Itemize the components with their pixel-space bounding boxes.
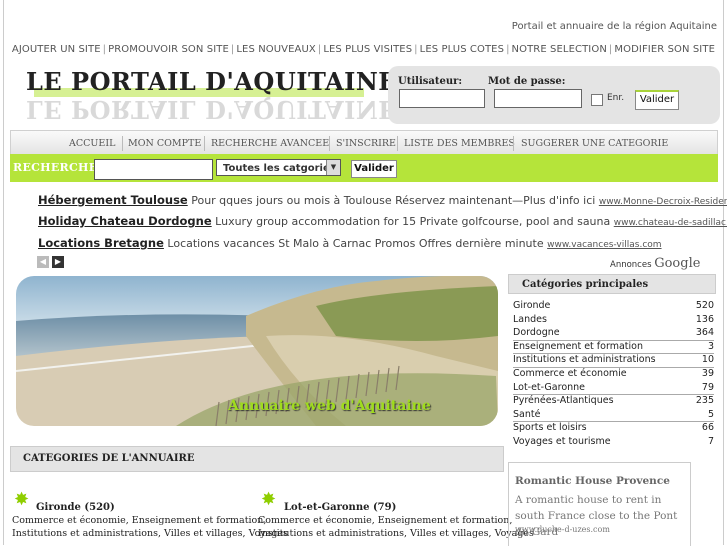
logo-reflection: LE PORTAIL D'AQUITAINE [26, 95, 398, 124]
ad-title[interactable]: Holiday Chateau Dordogne [38, 214, 212, 228]
subcategory-links[interactable]: Institutions et administrations, Villes … [258, 527, 534, 540]
main-nav: ACCUEIL MON COMPTE RECHERCHE AVANCEE S'I… [10, 130, 718, 156]
ad-text: Luxury group accommodation for 15 Privat… [215, 215, 611, 228]
subcategory-links[interactable]: Commerce et économie, Enseignement et fo… [258, 514, 534, 527]
nav-liste-membres[interactable]: LISTE DES MEMBRES [404, 138, 515, 149]
list-item[interactable]: Lot-et-Garonne 79 [513, 382, 714, 393]
list-item[interactable]: Santé 5 [513, 409, 714, 420]
chevron-down-icon: ▼ [326, 160, 340, 175]
search-bar: RECHERCHE Toutes les catgories ▼ Valider [10, 154, 718, 182]
ad-item: Holiday Chateau Dordogne Luxury group ac… [38, 214, 727, 228]
categories-principales-title: Catégories principales [508, 274, 716, 294]
top-nav-selection[interactable]: NOTRE SELECTION [510, 44, 609, 55]
category-select-value: Toutes les catgories [223, 163, 336, 174]
remember-checkbox[interactable] [591, 94, 603, 106]
annuaire-category: ✸ Gironde (520) Commerce et économie, En… [12, 489, 288, 540]
top-nav-nouveaux[interactable]: LES NOUVEAUX [234, 44, 317, 55]
top-nav-ajouter[interactable]: AJOUTER UN SITE [10, 44, 103, 55]
ad-url[interactable]: www.Monne-Decroix-Resider [599, 197, 727, 207]
star-icon: ✸ [14, 489, 30, 510]
username-label: Utilisateur: [398, 76, 463, 87]
top-nav-promouvoir[interactable]: PROMOUVOIR SON SITE [106, 44, 231, 55]
search-input[interactable] [94, 159, 213, 180]
nav-suggerer-categorie[interactable]: SUGGERER UNE CATEGORIE [521, 138, 668, 149]
search-submit-button[interactable]: Valider [351, 160, 397, 178]
ad-item: Hébergement Toulouse Pour qques jours ou… [38, 193, 727, 207]
ad-item: Locations Bretagne Locations vacances St… [38, 236, 662, 250]
remember-label: Enr. [607, 93, 625, 103]
list-item[interactable]: Gironde 520 [513, 300, 714, 311]
username-input[interactable] [399, 89, 485, 108]
list-item[interactable]: Pyrénées-Atlantiques 235 [513, 395, 714, 406]
category-title[interactable]: Gironde (520) [36, 502, 115, 513]
ad-text: Locations vacances St Malo à Carnac Prom… [167, 237, 544, 250]
list-item[interactable]: Landes 136 [513, 314, 714, 325]
list-item[interactable]: Commerce et économie 39 [513, 368, 714, 379]
nav-mon-compte[interactable]: MON COMPTE [128, 138, 201, 149]
promo-box: Romantic House Provence A romantic house… [508, 462, 691, 546]
search-label: RECHERCHE [13, 161, 98, 174]
nav-recherche-avancee[interactable]: RECHERCHE AVANCEE [211, 138, 329, 149]
site-tagline: Portail et annuaire de la région Aquitai… [511, 21, 717, 32]
ad-url[interactable]: www.vacances-villas.com [547, 240, 661, 250]
annonces-google[interactable]: Annonces Google [610, 256, 700, 271]
list-item[interactable]: Enseignement et formation 3 [513, 341, 714, 352]
banner-caption: Annuaire web d'Aquitaine [228, 398, 431, 414]
categories-principales: Catégories principales Gironde 520 Landes… [508, 274, 718, 452]
login-submit-button[interactable]: Valider [635, 90, 679, 110]
password-input[interactable] [494, 89, 582, 108]
promo-title[interactable]: Romantic House Provence [515, 475, 670, 487]
subcategory-links[interactable]: Institutions et administrations, Villes … [12, 527, 288, 540]
password-label: Mot de passe: [488, 76, 566, 87]
ad-title[interactable]: Hébergement Toulouse [38, 193, 188, 207]
list-item[interactable]: Sports et loisirs 66 [513, 422, 714, 433]
category-title[interactable]: Lot-et-Garonne (79) [284, 502, 396, 513]
list-item[interactable]: Dordogne 364 [513, 327, 714, 338]
annuaire-heading: CATEGORIES DE L'ANNUAIRE [10, 446, 504, 472]
promo-url[interactable]: www.duche-d-uzes.com [515, 525, 610, 534]
prev-arrow-icon[interactable]: ◀ [37, 256, 49, 268]
annonces-label: Annonces [610, 260, 652, 270]
annuaire-category: ✸ Lot-et-Garonne (79) Commerce et économ… [258, 489, 534, 540]
ad-nav: ◀ ▶ [37, 256, 67, 275]
ad-text: Pour qques jours ou mois à Toulouse Rése… [191, 194, 596, 207]
google-logo: Google [654, 256, 701, 271]
subcategory-links[interactable]: Commerce et économie, Enseignement et fo… [12, 514, 288, 527]
top-nav: AJOUTER UN SITE | PROMOUVOIR SON SITE | LES … [10, 44, 717, 55]
nav-inscrire[interactable]: S'INSCRIRE [336, 138, 396, 149]
ad-title[interactable]: Locations Bretagne [38, 236, 164, 250]
list-item[interactable]: Institutions et administrations 10 [513, 354, 714, 365]
star-icon: ✸ [261, 489, 277, 510]
top-nav-plus-cotes[interactable]: LES PLUS COTES [418, 44, 506, 55]
list-item[interactable]: Voyages et tourisme 7 [513, 436, 714, 447]
next-arrow-icon[interactable]: ▶ [52, 256, 64, 268]
category-select[interactable]: Toutes les catgories ▼ [216, 159, 341, 176]
nav-accueil[interactable]: ACCUEIL [69, 138, 115, 149]
login-panel: Utilisateur: Mot de passe: Enr. Valider [388, 66, 720, 124]
top-nav-plus-visites[interactable]: LES PLUS VISITES [321, 44, 414, 55]
site-logo[interactable]: LE PORTAIL D'AQUITAINE [26, 67, 397, 96]
top-nav-modifier[interactable]: MODIFIER SON SITE [612, 44, 717, 55]
ad-url[interactable]: www.chateau-de-sadillac.nl [614, 218, 727, 228]
